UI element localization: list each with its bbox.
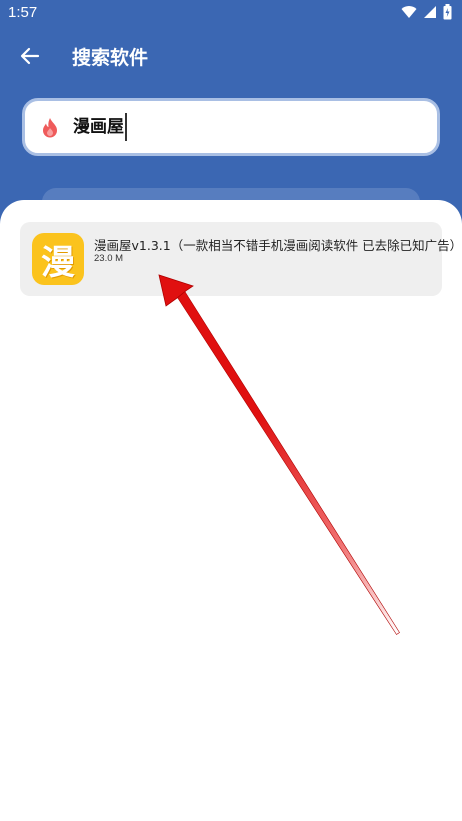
status-bar: 1:57 (0, 0, 462, 26)
back-button[interactable] (14, 42, 46, 70)
arrow-left-icon (20, 47, 40, 65)
app-title: 漫画屋v1.3.1（一款相当不错手机漫画阅读软件 已去除已知广告） (94, 238, 462, 253)
status-time: 1:57 (8, 4, 38, 21)
flame-icon (43, 118, 57, 138)
search-box[interactable]: 漫画屋 (22, 98, 440, 156)
page-title: 搜索软件 (72, 47, 149, 69)
app-icon-text: 漫 (41, 242, 75, 283)
app-icon: 漫 (32, 233, 84, 285)
search-input[interactable]: 漫画屋 (73, 113, 127, 141)
signal-icon (424, 6, 436, 18)
status-icons (401, 4, 452, 20)
result-item[interactable]: 漫 漫画屋v1.3.1（一款相当不错手机漫画阅读软件 已去除已知广告） 23.0… (20, 222, 462, 296)
header: 搜索软件 (0, 36, 462, 76)
wifi-icon (401, 6, 417, 19)
battery-icon (443, 4, 452, 20)
app-size: 23.0 M (94, 253, 124, 264)
